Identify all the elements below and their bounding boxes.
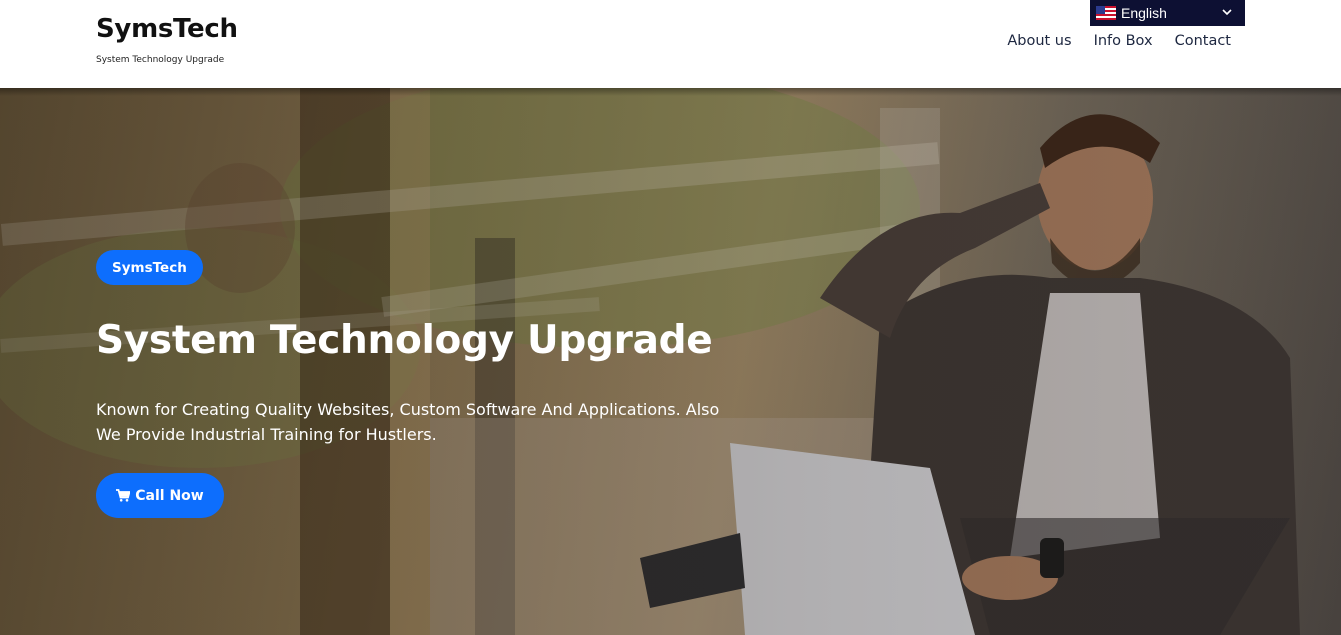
us-flag-icon [1096,6,1116,20]
brand-tagline: System Technology Upgrade [96,55,225,65]
chevron-down-icon [1222,9,1232,16]
site-header: SymsTech System Technology Upgrade Engli… [0,0,1341,88]
call-now-button[interactable]: Call Now [96,473,224,518]
brand[interactable]: SymsTech System Technology Upgrade [96,14,238,65]
nav-item-about-us[interactable]: About us [1007,33,1071,49]
call-now-label: Call Now [135,487,204,504]
hero-title: System Technology Upgrade [96,318,713,363]
hero-description: Known for Creating Quality Websites, Cus… [96,397,746,447]
nav-item-contact[interactable]: Contact [1175,33,1231,49]
brand-name[interactable]: SymsTech [96,14,238,44]
nav-item-info-box[interactable]: Info Box [1094,33,1153,49]
language-label: English [1121,5,1167,21]
hero-section: SymsTech System Technology Upgrade Known… [0,88,1341,635]
cart-icon [116,489,131,502]
hero-description-line-1: Known for Creating Quality Websites, Cus… [96,400,720,419]
main-nav: About us Info Box Contact [1007,33,1231,49]
hero-description-line-2: We Provide Industrial Training for Hustl… [96,425,437,444]
language-selector[interactable]: English [1090,0,1245,26]
hero-badge: SymsTech [96,250,203,285]
header-shadow [0,88,1341,96]
